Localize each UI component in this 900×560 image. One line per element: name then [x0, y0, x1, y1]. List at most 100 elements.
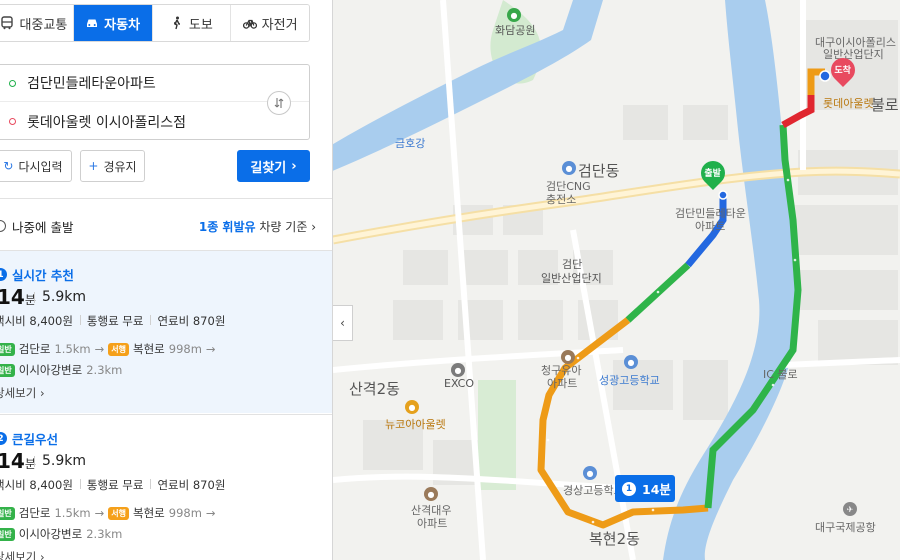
route-time-badge[interactable]: 1 14분 — [615, 475, 675, 502]
transport-mode-tabs: 대중교통 자동차 도보 자전거 — [0, 4, 310, 42]
divider — [0, 198, 332, 199]
map-label: 아파트 — [547, 377, 578, 390]
route-number-badge: 1 — [622, 481, 636, 496]
walk-icon — [173, 16, 180, 30]
chevron-right-icon: › — [291, 158, 297, 174]
route-time-label: 14분 — [642, 482, 671, 497]
route-distance: 5.9km — [33, 289, 87, 305]
tab-walk[interactable]: 도보 — [152, 5, 232, 41]
add-waypoint-button[interactable]: + 경유지 — [80, 150, 145, 182]
route-roads-2: 일반 이시아강변로 2.3km — [0, 362, 122, 378]
school-icon: ● — [624, 355, 638, 369]
route-roads: 일반 검단로 1.5km → 서행 복현로 998m → — [0, 505, 216, 521]
waypoint-label: 경유지 — [103, 159, 137, 174]
map-label: 아파트 — [417, 517, 448, 530]
school-icon: ● — [583, 466, 597, 480]
place-icon: ● — [562, 161, 576, 175]
reset-button[interactable]: ↻ 다시입력 — [0, 150, 72, 182]
map-label: IC 불로 — [763, 368, 798, 381]
map-label: 화담공원 — [495, 24, 536, 37]
route-panel: 대중교통 자동차 도보 자전거 검단민들레타운아파트 롯데아울렛 이시아폴리스점… — [0, 0, 333, 560]
plus-icon: + — [88, 159, 99, 173]
car-icon — [87, 19, 98, 27]
building-icon: ● — [451, 363, 465, 377]
taxi-fare: 택시비 8,400원 — [0, 314, 73, 328]
route-duration: 14분 — [0, 449, 36, 473]
route-duration: 14분 — [0, 285, 36, 309]
origin-field[interactable]: 검단민들레타운아파트 — [0, 65, 309, 102]
tab-transit-label: 대중교통 — [19, 17, 68, 33]
route-distance: 5.9km — [33, 453, 87, 469]
traffic-tag: 일반 — [0, 342, 15, 356]
fuel-cost: 연료비 870원 — [150, 314, 226, 328]
find-route-button[interactable]: 길찾기 › — [237, 150, 310, 182]
route-title: 1 실시간 추천 — [0, 265, 74, 284]
tab-transit[interactable]: 대중교통 — [0, 5, 74, 41]
destination-field[interactable]: 롯데아울렛 이시아폴리스점 — [0, 103, 265, 140]
route-card-1[interactable]: 1 실시간 추천 14분 5.9km 택시비 8,400원 통행료 무료 연료비… — [0, 251, 332, 413]
origin-value: 검단민들레타운아파트 — [27, 76, 156, 92]
fuel-basis: 차량 기준 — [259, 219, 308, 234]
traffic-tag: 서행 — [108, 506, 130, 520]
swap-arrows-icon — [274, 98, 284, 108]
tab-car-label: 자동차 — [104, 17, 141, 33]
route-detail-link[interactable]: 상세보기 › — [0, 549, 45, 560]
map-label: 복현2동 — [589, 530, 640, 548]
taxi-fare: 택시비 8,400원 — [0, 478, 73, 492]
collapse-panel-button[interactable]: ‹ — [333, 305, 353, 341]
tab-bicycle[interactable]: 자전거 — [231, 5, 309, 41]
map-label: 충전소 — [546, 193, 577, 206]
bicycle-icon — [242, 19, 257, 29]
reset-label: 다시입력 — [18, 159, 63, 174]
clock-icon — [0, 220, 6, 232]
map-label: 불로 — [871, 96, 899, 114]
origin-dot-icon — [9, 79, 16, 87]
swap-route-button[interactable] — [267, 91, 291, 115]
map-label: EXCO — [444, 377, 475, 390]
map-label: 아파트 — [695, 220, 726, 233]
tab-walk-label: 도보 — [188, 17, 213, 33]
route-costs: 택시비 8,400원 통행료 무료 연료비 870원 — [0, 477, 225, 493]
bus-icon — [1, 16, 14, 30]
destination-value: 롯데아울렛 이시아폴리스점 — [27, 114, 187, 131]
apartment-icon: ● — [561, 350, 575, 364]
map-label: 뉴코아아울렛 — [385, 418, 446, 431]
route-inputs: 검단민들레타운아파트 롯데아울렛 이시아폴리스점 — [0, 64, 310, 140]
chevron-left-icon: ‹ — [340, 316, 345, 330]
refresh-icon: ↻ — [3, 159, 14, 173]
route-roads-2: 일반 이시아강변로 2.3km — [0, 526, 122, 542]
find-route-label: 길찾기 — [250, 160, 287, 176]
map-label: 롯데아울렛 — [823, 97, 874, 110]
tab-car[interactable]: 자동차 — [73, 5, 153, 41]
traffic-tag: 일반 — [0, 527, 15, 541]
toll-fee: 통행료 무료 — [79, 314, 144, 328]
route-detail-link[interactable]: 상세보기 › — [0, 385, 45, 401]
fuel-option-link[interactable]: 1종 휘발유 차량 기준 › — [199, 218, 316, 235]
map-label: 성광고등학교 — [599, 374, 660, 387]
map-label: 일반산업단지 — [823, 48, 884, 61]
route-title-text: 실시간 추천 — [12, 268, 74, 283]
traffic-tag: 일반 — [0, 363, 15, 377]
destination-dot-icon — [9, 118, 16, 125]
apartment-icon: ● — [424, 487, 438, 501]
depart-later-label[interactable]: 나중에 출발 — [12, 217, 73, 236]
map-label: 대구국제공항 — [815, 521, 876, 534]
route-title: 2 큰길우선 — [0, 429, 58, 448]
fuel-cost: 연료비 870원 — [150, 478, 226, 492]
route-card-2[interactable]: 2 큰길우선 14분 5.9km 택시비 8,400원 통행료 무료 연료비 8… — [0, 415, 332, 560]
route-title-text: 큰길우선 — [12, 432, 59, 447]
map-label: 금호강 — [395, 137, 426, 150]
fuel-type: 1종 휘발유 — [198, 219, 256, 234]
airport-icon: ✈ — [843, 502, 857, 516]
map-canvas[interactable]: ‹ 화담공원 금호강 검단동 검단CNG 충전소 검단 일반산업단지 산격2동 … — [333, 0, 900, 560]
route-number-badge: 2 — [0, 432, 7, 445]
map-label: 일반산업단지 — [541, 272, 602, 285]
toll-fee: 통행료 무료 — [79, 478, 144, 492]
route-costs: 택시비 8,400원 통행료 무료 연료비 870원 — [0, 313, 225, 329]
route-number-badge: 1 — [0, 268, 7, 281]
map-label: 산격2동 — [349, 380, 400, 398]
shopping-icon: ● — [405, 400, 419, 414]
park-icon: ● — [507, 8, 521, 22]
traffic-tag: 서행 — [108, 342, 130, 356]
depart-later-row: 나중에 출발 1종 휘발유 차량 기준 › — [0, 212, 316, 240]
